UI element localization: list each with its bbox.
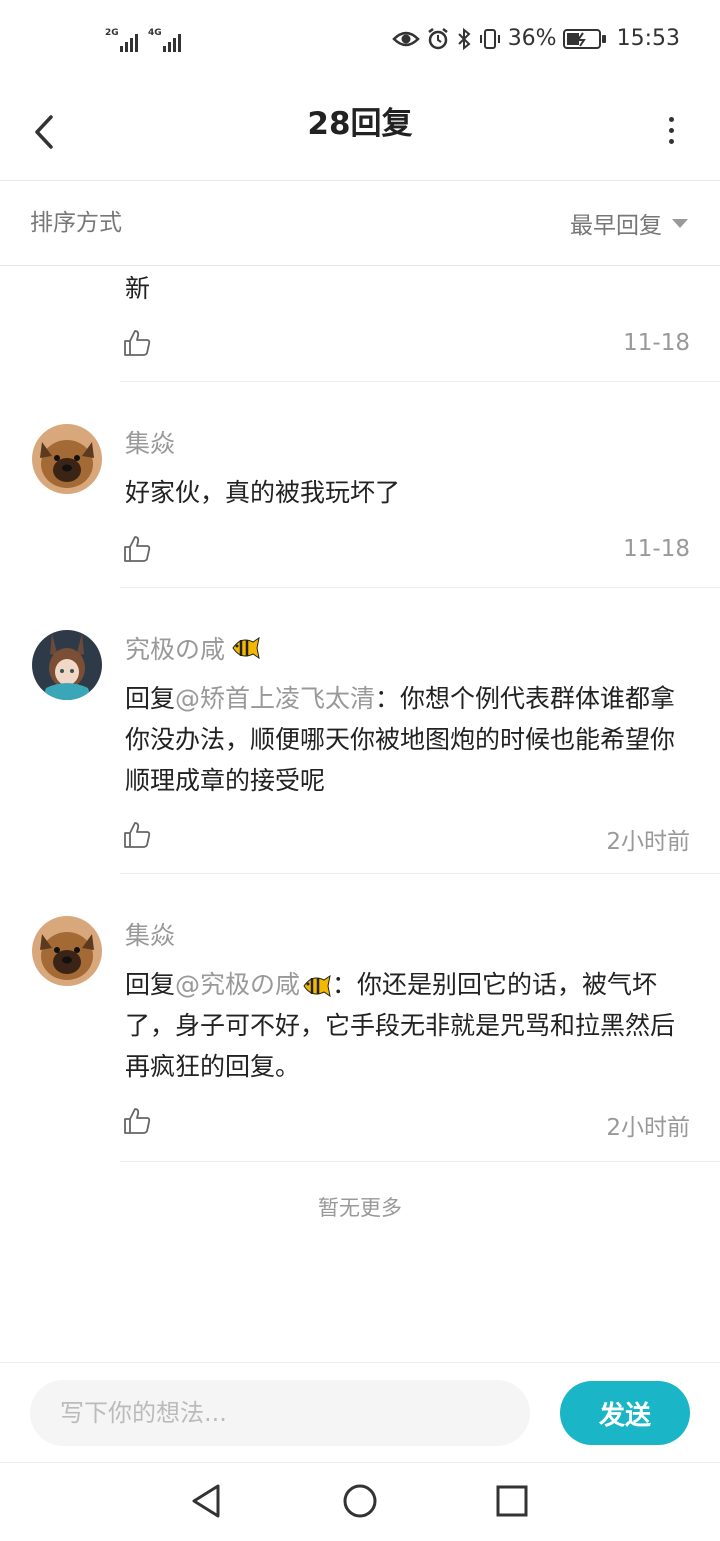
system-nav-bar bbox=[0, 1462, 720, 1541]
avatar[interactable] bbox=[32, 424, 102, 494]
comment-text: 新 bbox=[125, 274, 151, 303]
nav-home-button[interactable] bbox=[340, 1481, 380, 1521]
tropical-fish-icon bbox=[232, 636, 260, 660]
comment-username[interactable]: 究极の咸 bbox=[125, 630, 261, 666]
sort-bar: 排序方式 最早回复 bbox=[0, 181, 720, 266]
sort-selected-value: 最早回复 bbox=[570, 213, 662, 239]
comment-input[interactable] bbox=[30, 1380, 530, 1446]
alarm-icon bbox=[427, 27, 448, 49]
mention-link[interactable]: @矫首上凌飞太清 bbox=[175, 684, 375, 713]
comment-username[interactable]: 集焱 bbox=[125, 424, 175, 460]
mention-link[interactable]: @究极の咸 bbox=[175, 970, 332, 999]
thumbs-up-icon[interactable] bbox=[122, 820, 152, 850]
signal-icon-2 bbox=[163, 30, 181, 52]
anime-avatar-image bbox=[32, 630, 102, 700]
thumbs-up-icon[interactable] bbox=[122, 1106, 152, 1136]
divider bbox=[120, 1161, 720, 1162]
eye-icon bbox=[391, 31, 420, 46]
bluetooth-icon bbox=[457, 27, 471, 50]
comment-item: 集焱 好家伙，真的被我玩坏了 11-18 bbox=[0, 382, 720, 588]
username-text: 究极の咸 bbox=[125, 635, 226, 664]
comment-item: 新 11-18 bbox=[0, 266, 720, 382]
username-text: 集焱 bbox=[125, 429, 176, 458]
circle-home-icon bbox=[343, 1484, 377, 1518]
username-text: 集焱 bbox=[125, 921, 176, 950]
vibrate-icon bbox=[479, 28, 500, 49]
more-vertical-icon[interactable] bbox=[656, 108, 686, 152]
comment-text: 回复@究极の咸 ：你还是别回它的话，被气坏了，身子可不好，它手段无非就是咒骂和拉黑… bbox=[125, 964, 695, 1087]
comment-item: 集焱 回复@究极の咸 ：你还是别回它的话，被气坏了，身子可不好，它手段无非就是咒骂… bbox=[0, 874, 720, 1162]
battery-charging-icon bbox=[562, 28, 606, 49]
status-bar: 2G 4G 36% 15:53 bbox=[0, 0, 720, 84]
signal-icon bbox=[120, 30, 138, 52]
dog-avatar-image bbox=[32, 424, 102, 494]
caret-down-icon bbox=[672, 218, 688, 228]
mention-text: @究极の咸 bbox=[175, 970, 301, 999]
page-title: 28回复 bbox=[307, 106, 413, 142]
battery-percent: 36% bbox=[507, 26, 557, 51]
comment-time: 11-18 bbox=[623, 330, 690, 356]
composer-bar: 发送 bbox=[0, 1362, 720, 1463]
comment-username[interactable]: 集焱 bbox=[125, 916, 175, 952]
top-app-bar: 28回复 bbox=[0, 84, 720, 181]
avatar[interactable] bbox=[32, 630, 102, 700]
dog-avatar-image bbox=[32, 916, 102, 986]
no-more-label: 暂无更多 bbox=[318, 1196, 402, 1220]
nav-recents-button[interactable] bbox=[492, 1481, 532, 1521]
comment-time: 2小时前 bbox=[606, 829, 690, 855]
send-button[interactable]: 发送 bbox=[560, 1381, 690, 1445]
comment-time: 11-18 bbox=[623, 536, 690, 562]
comment-time: 2小时前 bbox=[606, 1115, 690, 1141]
thumbs-up-icon[interactable] bbox=[122, 328, 152, 358]
reply-prefix: 回复 bbox=[125, 684, 176, 713]
avatar[interactable] bbox=[32, 916, 102, 986]
tropical-fish-icon bbox=[303, 974, 331, 998]
network-type-1: 2G bbox=[105, 28, 119, 38]
thumbs-up-icon[interactable] bbox=[122, 534, 152, 564]
network-type-2: 4G bbox=[148, 28, 162, 38]
triangle-back-icon bbox=[192, 1484, 220, 1518]
comment-text: 好家伙，真的被我玩坏了 bbox=[125, 478, 401, 507]
comment-item: 究极の咸 回复@矫首上凌飞太清：你想个例代表群体谁都拿你没办法，顺便哪天你被地图… bbox=[0, 588, 720, 874]
sort-dropdown[interactable]: 最早回复 bbox=[570, 181, 688, 265]
sort-label: 排序方式 bbox=[30, 210, 122, 236]
clock: 15:53 bbox=[616, 26, 680, 51]
comment-text: 回复@矫首上凌飞太清：你想个例代表群体谁都拿你没办法，顺便哪天你被地图炮的时候也… bbox=[125, 678, 695, 801]
nav-back-button[interactable] bbox=[186, 1481, 226, 1521]
square-recents-icon bbox=[496, 1485, 528, 1517]
reply-prefix: 回复 bbox=[125, 970, 176, 999]
